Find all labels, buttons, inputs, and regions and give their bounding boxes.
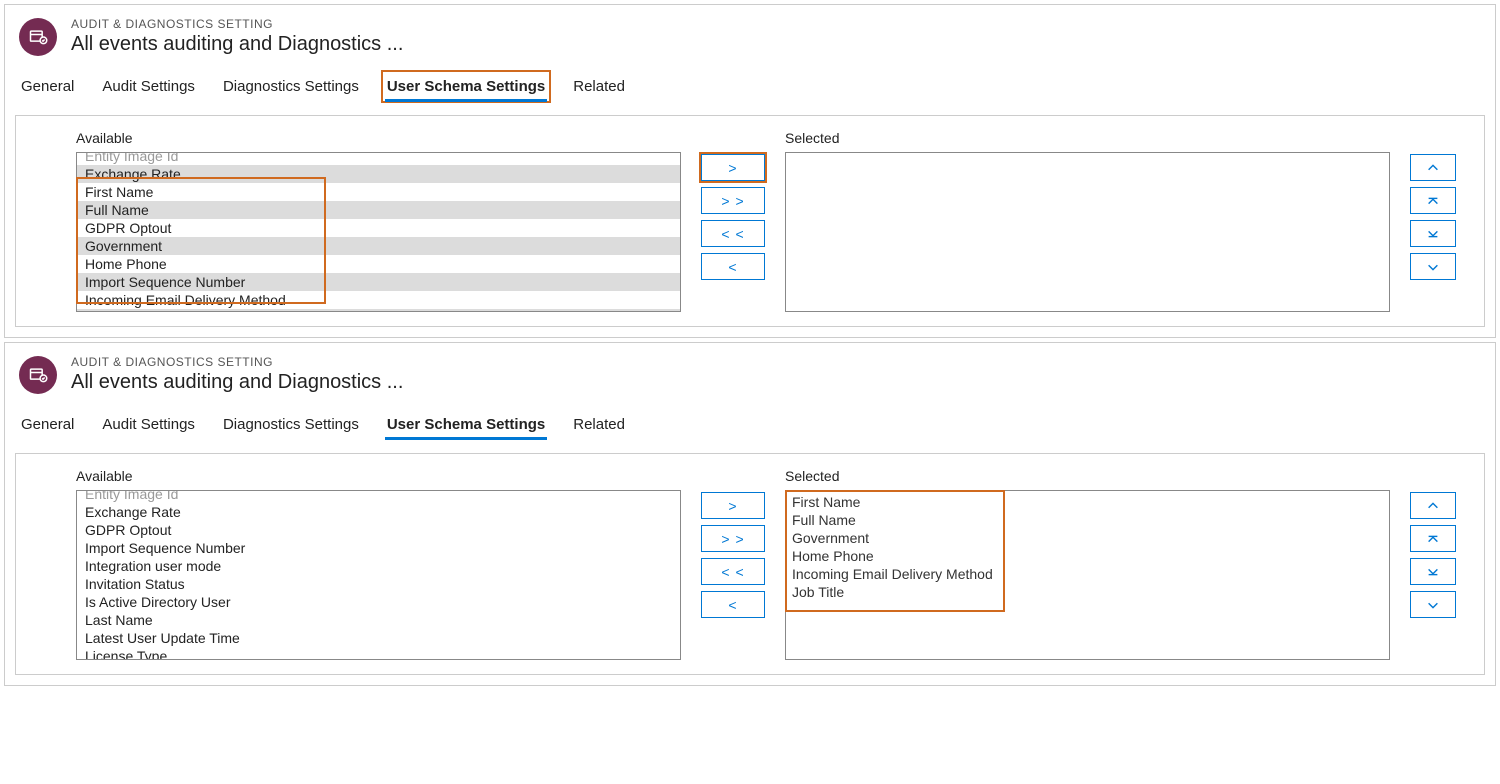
dual-list-content: Available Entity Image Id Exchange Rate … <box>15 115 1485 327</box>
tab-bar: General Audit Settings Diagnostics Setti… <box>5 64 1495 105</box>
list-item[interactable]: First Name <box>77 183 680 201</box>
list-item[interactable]: Incoming Email Delivery Method <box>792 565 1383 583</box>
reorder-buttons <box>1410 154 1456 280</box>
breadcrumb: AUDIT & DIAGNOSTICS SETTING <box>71 17 403 31</box>
list-item[interactable]: Integration user mode <box>77 557 680 575</box>
move-top-button[interactable] <box>1410 187 1456 214</box>
list-item[interactable]: Job Title <box>792 583 1383 601</box>
tab-related[interactable]: Related <box>571 74 627 99</box>
move-right-button[interactable]: > <box>701 492 765 519</box>
list-item[interactable]: Last Name <box>77 611 680 629</box>
move-bottom-button[interactable] <box>1410 558 1456 585</box>
tab-general[interactable]: General <box>19 412 76 437</box>
list-item[interactable]: Entity Image Id <box>77 490 680 503</box>
list-item[interactable]: Exchange Rate <box>77 165 680 183</box>
list-item[interactable]: GDPR Optout <box>77 219 680 237</box>
selected-listbox[interactable] <box>785 152 1390 312</box>
move-top-button[interactable] <box>1410 525 1456 552</box>
available-column: Available Entity Image Id Exchange Rate … <box>76 130 681 312</box>
available-label: Available <box>76 130 681 146</box>
list-item[interactable]: Incoming Email Delivery Method <box>77 291 680 309</box>
selected-label: Selected <box>785 130 1390 146</box>
move-buttons: > > > < < < <box>701 492 765 618</box>
list-item[interactable]: Home Phone <box>77 255 680 273</box>
breadcrumb: AUDIT & DIAGNOSTICS SETTING <box>71 355 403 369</box>
move-all-right-button[interactable]: > > <box>701 525 765 552</box>
list-item[interactable]: Government <box>792 529 1383 547</box>
move-left-button[interactable]: < <box>701 591 765 618</box>
list-item[interactable]: Invitation Status <box>77 575 680 593</box>
move-all-left-button[interactable]: < < <box>701 558 765 585</box>
dual-list-content: Available Entity Image Id Exchange Rate … <box>15 453 1485 675</box>
selected-label: Selected <box>785 468 1390 484</box>
move-all-right-button[interactable]: > > <box>701 187 765 214</box>
entity-icon <box>19 356 57 394</box>
list-item[interactable]: Full Name <box>792 511 1383 529</box>
tab-bar: General Audit Settings Diagnostics Setti… <box>5 402 1495 443</box>
list-item[interactable]: Home Phone <box>792 547 1383 565</box>
panel-header: AUDIT & DIAGNOSTICS SETTING All events a… <box>5 343 1495 402</box>
selected-listbox[interactable]: First Name Full Name Government Home Pho… <box>785 490 1390 660</box>
move-right-button[interactable]: > <box>701 154 765 181</box>
list-item[interactable]: Entity Image Id <box>77 152 680 165</box>
tab-diagnostics-settings[interactable]: Diagnostics Settings <box>221 74 361 99</box>
list-item[interactable]: GDPR Optout <box>77 521 680 539</box>
tab-user-schema-settings[interactable]: User Schema Settings <box>385 412 547 437</box>
list-item[interactable]: First Name <box>792 493 1383 511</box>
audit-panel-after: AUDIT & DIAGNOSTICS SETTING All events a… <box>4 342 1496 686</box>
list-item[interactable]: Is Active Directory User <box>77 593 680 611</box>
tab-general[interactable]: General <box>19 74 76 99</box>
move-down-button[interactable] <box>1410 591 1456 618</box>
selected-column: Selected <box>785 130 1390 312</box>
available-column: Available Entity Image Id Exchange Rate … <box>76 468 681 660</box>
page-title: All events auditing and Diagnostics ... <box>71 371 403 394</box>
move-buttons: > > > < < < <box>701 154 765 280</box>
list-item[interactable]: Import Sequence Number <box>77 273 680 291</box>
available-listbox[interactable]: Entity Image Id Exchange Rate First Name… <box>76 152 681 312</box>
entity-icon <box>19 18 57 56</box>
list-item[interactable]: Import Sequence Number <box>77 539 680 557</box>
move-bottom-button[interactable] <box>1410 220 1456 247</box>
tab-audit-settings[interactable]: Audit Settings <box>100 412 197 437</box>
reorder-buttons <box>1410 492 1456 618</box>
list-item[interactable]: Government <box>77 237 680 255</box>
audit-panel-before: AUDIT & DIAGNOSTICS SETTING All events a… <box>4 4 1496 338</box>
tab-user-schema-settings[interactable]: User Schema Settings <box>385 74 547 99</box>
move-left-button[interactable]: < <box>701 253 765 280</box>
move-down-button[interactable] <box>1410 253 1456 280</box>
selected-column: Selected First Name Full Name Government… <box>785 468 1390 660</box>
move-up-button[interactable] <box>1410 492 1456 519</box>
page-title: All events auditing and Diagnostics ... <box>71 33 403 56</box>
list-item[interactable]: Integration user mode <box>77 309 680 312</box>
list-item[interactable]: Latest User Update Time <box>77 629 680 647</box>
list-item[interactable]: Full Name <box>77 201 680 219</box>
list-item[interactable]: Exchange Rate <box>77 503 680 521</box>
available-listbox[interactable]: Entity Image Id Exchange Rate GDPR Optou… <box>76 490 681 660</box>
tab-related[interactable]: Related <box>571 412 627 437</box>
move-all-left-button[interactable]: < < <box>701 220 765 247</box>
list-item[interactable]: License Type <box>77 647 680 660</box>
panel-header: AUDIT & DIAGNOSTICS SETTING All events a… <box>5 5 1495 64</box>
tab-diagnostics-settings[interactable]: Diagnostics Settings <box>221 412 361 437</box>
available-label: Available <box>76 468 681 484</box>
move-up-button[interactable] <box>1410 154 1456 181</box>
tab-audit-settings[interactable]: Audit Settings <box>100 74 197 99</box>
